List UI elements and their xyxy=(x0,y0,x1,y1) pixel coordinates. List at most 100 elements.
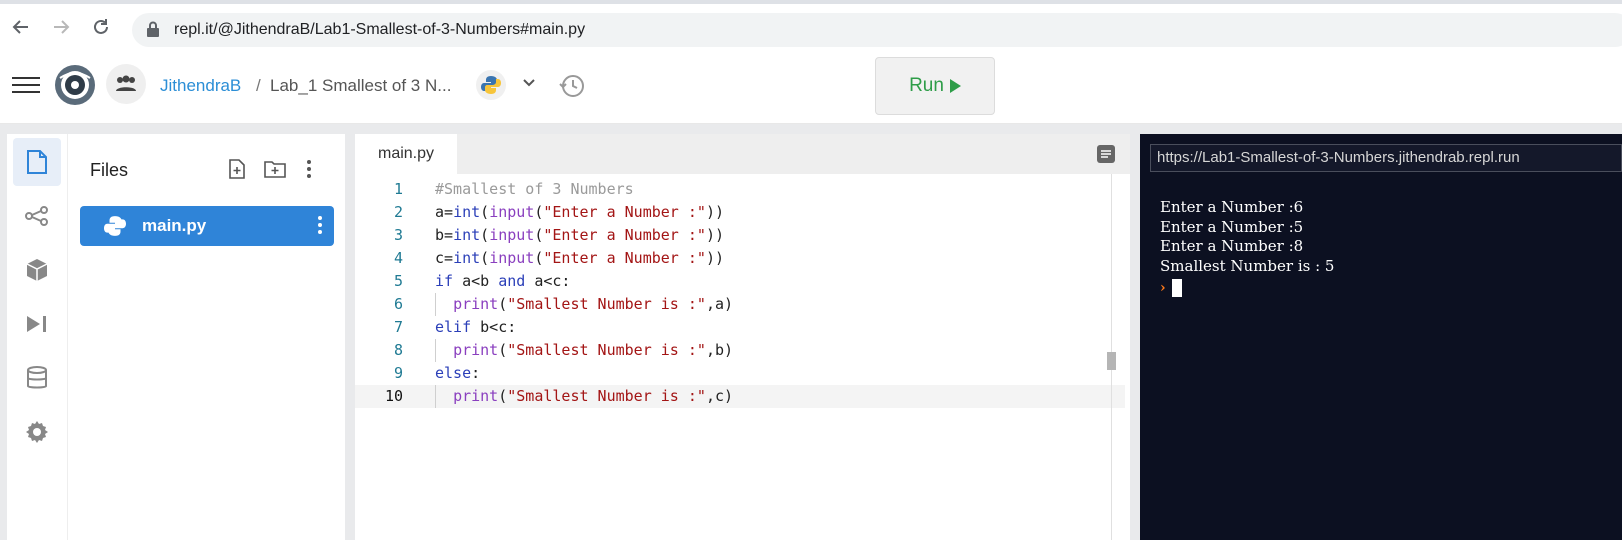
code-token: input xyxy=(489,203,535,221)
database-icon xyxy=(27,366,47,389)
sidebar-item-share[interactable] xyxy=(13,192,61,240)
code-line[interactable]: 9 else: xyxy=(355,362,1125,385)
code-token: print xyxy=(453,295,499,313)
breadcrumb-separator: / xyxy=(256,76,261,95)
editor-menu-icon[interactable] xyxy=(1096,144,1116,164)
code-line[interactable]: 5 if a<b and a<c: xyxy=(355,270,1125,293)
chevron-down-icon[interactable] xyxy=(522,76,536,90)
hamburger-line xyxy=(12,91,40,93)
code-token: if xyxy=(435,272,454,290)
code-token: ( xyxy=(480,226,490,244)
code-token: ( xyxy=(498,341,508,359)
add-folder-button[interactable] xyxy=(262,156,288,182)
language-button[interactable] xyxy=(476,70,506,100)
code-token: input xyxy=(489,226,535,244)
console-prompt[interactable]: › xyxy=(1160,278,1334,298)
sidebar-item-debugger[interactable] xyxy=(13,300,61,348)
replit-logo-icon[interactable] xyxy=(54,64,96,106)
repl-name[interactable]: Lab_1 Smallest of 3 N... xyxy=(270,76,451,96)
username-link[interactable]: JithendraB xyxy=(160,76,241,96)
code-token: ,a) xyxy=(705,295,734,313)
code-text: #Smallest of 3 Numbers xyxy=(435,178,634,201)
code-token: "Enter a Number :" xyxy=(543,203,706,221)
editor-scrollbar-thumb[interactable] xyxy=(1107,352,1116,370)
code-token: and xyxy=(498,272,526,290)
code-line[interactable]: 4 c=int(input("Enter a Number :")) xyxy=(355,247,1125,270)
workspace: Files main.py main.py 1 #Smallest of 3 Nu… xyxy=(0,124,1622,540)
code-text: a=int(input("Enter a Number :")) xyxy=(435,201,724,224)
lock-icon xyxy=(147,21,159,37)
code-token: : xyxy=(471,364,481,382)
run-button[interactable]: Run xyxy=(875,57,995,115)
code-token: int xyxy=(453,249,481,267)
app-header: JithendraB / Lab_1 Smallest of 3 N... Ru… xyxy=(0,50,1622,124)
code-token: "Enter a Number :" xyxy=(543,226,706,244)
hamburger-line xyxy=(12,84,40,86)
webview-url[interactable]: https://Lab1-Smallest-of-3-Numbers.jithe… xyxy=(1150,144,1622,172)
code-text: elif b<c: xyxy=(435,316,516,339)
menu-button[interactable] xyxy=(12,72,40,96)
add-file-button[interactable] xyxy=(224,156,250,182)
code-text: print("Smallest Number is :",c) xyxy=(435,385,733,408)
sidebar-item-files[interactable] xyxy=(13,138,61,186)
console-panel[interactable]: https://Lab1-Smallest-of-3-Numbers.jithe… xyxy=(1140,134,1622,540)
tab-main-py[interactable]: main.py xyxy=(355,134,457,174)
code-token: "Smallest Number is :" xyxy=(507,295,706,313)
code-token: )) xyxy=(705,249,724,267)
python-icon xyxy=(481,76,501,94)
line-number: 5 xyxy=(393,272,403,290)
file-item-main-py[interactable]: main.py xyxy=(80,206,334,246)
code-token: "Smallest Number is :" xyxy=(507,387,706,405)
code-token: input xyxy=(489,249,535,267)
line-number: 3 xyxy=(393,226,403,244)
code-line[interactable]: 8 print("Smallest Number is :",b) xyxy=(355,339,1125,362)
code-line[interactable]: 1 #Smallest of 3 Numbers xyxy=(355,178,1125,201)
code-token: "Smallest Number is :" xyxy=(507,341,706,359)
history-icon[interactable] xyxy=(558,72,586,100)
kebab-dot xyxy=(318,223,322,227)
back-button[interactable] xyxy=(8,14,34,40)
sidebar-item-database[interactable] xyxy=(13,354,61,402)
console-line: Smallest Number is : 5 xyxy=(1160,256,1335,275)
code-line[interactable]: 3 b=int(input("Enter a Number :")) xyxy=(355,224,1125,247)
file-more-button[interactable] xyxy=(318,216,322,237)
files-more-button[interactable] xyxy=(296,156,322,182)
console-line: Enter a Number :5 xyxy=(1160,217,1304,236)
code-token: print xyxy=(453,387,499,405)
code-area[interactable]: 1 #Smallest of 3 Numbers 2 a=int(input("Ent… xyxy=(355,174,1130,540)
console-cursor xyxy=(1171,279,1182,297)
line-number: 6 xyxy=(393,295,403,313)
reload-button[interactable] xyxy=(88,14,114,40)
code-line[interactable]: 2 a=int(input("Enter a Number :")) xyxy=(355,201,1125,224)
code-line[interactable]: 10 print("Smallest Number is :",c) xyxy=(355,385,1125,408)
add-folder-icon xyxy=(264,161,286,178)
code-line[interactable]: 7 elif b<c: xyxy=(355,316,1125,339)
code-text: b=int(input("Enter a Number :")) xyxy=(435,224,724,247)
reload-icon xyxy=(94,19,108,34)
team-avatar[interactable] xyxy=(106,64,146,104)
code-text: if a<b and a<c: xyxy=(435,270,570,293)
team-icon xyxy=(116,75,136,91)
code-token: elif xyxy=(435,318,472,336)
address-bar[interactable]: repl.it/@JithendraB/Lab1-Smallest-of-3-N… xyxy=(132,13,1622,47)
debugger-icon xyxy=(27,316,46,332)
arrow-right-icon xyxy=(54,20,70,34)
forward-button[interactable] xyxy=(48,14,74,40)
code-line[interactable]: 6 print("Smallest Number is :",a) xyxy=(355,293,1125,316)
arrow-left-icon xyxy=(12,20,28,34)
kebab-dot xyxy=(318,230,322,234)
sidebar-item-packages[interactable] xyxy=(13,246,61,294)
python-icon xyxy=(104,216,126,236)
line-number: 9 xyxy=(393,364,403,382)
sidebar-item-settings[interactable] xyxy=(13,408,61,456)
code-token: c= xyxy=(435,249,454,267)
url-text: repl.it/@JithendraB/Lab1-Smallest-of-3-N… xyxy=(174,21,586,38)
more-vertical-icon xyxy=(307,160,311,178)
console-line: Enter a Number :8 xyxy=(1160,237,1304,255)
line-number: 7 xyxy=(393,318,403,336)
code-token: int xyxy=(453,226,481,244)
line-number: 2 xyxy=(393,203,403,221)
code-token: a<c: xyxy=(525,272,571,290)
